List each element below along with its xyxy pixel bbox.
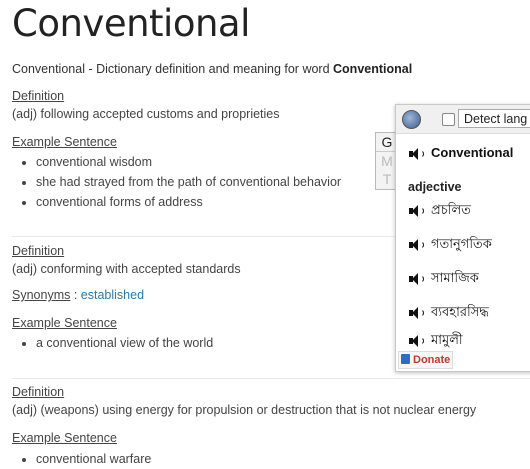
example-item: she had strayed from the path of convent… (36, 172, 341, 192)
translation-row: সামাজিক (409, 269, 479, 290)
definition-heading: Definition (12, 244, 65, 258)
example-list: conventional warfare (12, 449, 151, 469)
example-item: conventional wisdom (36, 152, 341, 172)
definition-heading: Definition (12, 385, 65, 399)
example-list: conventional wisdom she had strayed from… (12, 152, 341, 212)
example-list: a conventional view of the world (12, 333, 213, 353)
translation-text: ব্যবহারসিদ্ধ (431, 304, 489, 319)
donate-icon (401, 354, 410, 364)
donate-label: Donate (413, 354, 451, 366)
donate-button[interactable]: Donate (398, 351, 454, 369)
speaker-icon[interactable] (409, 147, 424, 160)
popup-word: Conventional (431, 145, 514, 160)
detect-language-checkbox[interactable] (442, 113, 455, 126)
translation-row: প্রচলিত (409, 201, 471, 222)
example-heading: Example Sentence (12, 135, 117, 149)
translation-text: গতানুগতিক (431, 236, 492, 251)
synonyms-line: Synonyms : established (12, 288, 144, 302)
synonyms-separator: : (70, 288, 81, 302)
globe-icon[interactable] (402, 110, 421, 129)
synonyms-label: Synonyms (12, 288, 71, 302)
translation-popup: Detect lang Conventional adjective প্রচল… (395, 104, 530, 372)
speaker-icon[interactable] (409, 334, 424, 347)
example-heading: Example Sentence (12, 316, 117, 330)
example-item: conventional forms of address (36, 192, 341, 212)
part-of-speech: adjective (408, 180, 462, 194)
headword-row: Conventional (409, 145, 513, 160)
definition-text: (adj) conforming with accepted standards (12, 262, 241, 276)
translation-text: প্রচলিত (431, 202, 471, 217)
popup-toolbar: Detect lang (396, 105, 530, 134)
example-item: conventional warfare (36, 449, 151, 469)
divider (12, 378, 530, 379)
definition-text: (adj) (weapons) using energy for propuls… (12, 403, 477, 417)
intro-prefix: Conventional - Dictionary definition and… (12, 62, 334, 76)
translation-text: সামাজিক (431, 270, 479, 285)
definition-text: (adj) following accepted customs and pro… (12, 107, 280, 121)
page-title: Conventional (12, 2, 250, 45)
synonym-link[interactable]: established (81, 288, 144, 302)
translation-text: মামুলী (431, 332, 463, 347)
translation-row: মামুলী (409, 331, 463, 352)
speaker-icon[interactable] (409, 272, 424, 285)
translation-row: ব্যবহারসিদ্ধ (409, 303, 489, 324)
intro-word: Conventional (333, 62, 413, 76)
definition-heading: Definition (12, 89, 65, 103)
speaker-icon[interactable] (409, 238, 424, 251)
intro-text: Conventional - Dictionary definition and… (12, 62, 412, 76)
example-heading: Example Sentence (12, 431, 117, 445)
detect-language-select[interactable]: Detect lang (458, 109, 530, 128)
example-item: a conventional view of the world (36, 333, 213, 353)
translation-row: গতানুগতিক (409, 235, 492, 256)
speaker-icon[interactable] (409, 306, 424, 319)
speaker-icon[interactable] (409, 204, 424, 217)
